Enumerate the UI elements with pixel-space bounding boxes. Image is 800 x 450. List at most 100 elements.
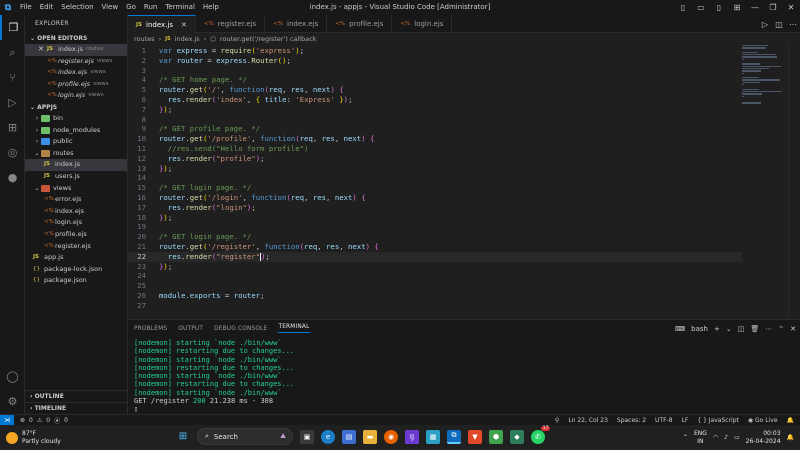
- weather-widget[interactable]: 87°F Partly cloudy: [6, 427, 61, 448]
- code-line[interactable]: 13});: [128, 164, 742, 174]
- code-line[interactable]: 25: [128, 281, 742, 291]
- menu-item-terminal[interactable]: Terminal: [161, 0, 199, 15]
- new-terminal-icon[interactable]: +: [714, 325, 720, 333]
- minimap[interactable]: [742, 45, 786, 105]
- panel-tab-output[interactable]: OUTPUT: [178, 326, 203, 332]
- windows-start-icon[interactable]: ⊞: [176, 430, 190, 444]
- file-item[interactable]: <% error.ejs: [25, 194, 127, 206]
- tab-login-ejs[interactable]: <% login.ejs: [392, 15, 453, 33]
- lightbulb-icon[interactable]: ⚲: [555, 417, 559, 424]
- code-line[interactable]: 22 res.render("register");: [128, 251, 742, 262]
- code-line[interactable]: 19: [128, 222, 742, 232]
- code-line[interactable]: 27: [128, 301, 742, 311]
- search-icon[interactable]: ⌕: [0, 40, 25, 65]
- firefox-icon[interactable]: ◉: [384, 429, 398, 444]
- battery-icon[interactable]: ▭: [734, 434, 740, 441]
- ports-count[interactable]: 0: [64, 417, 68, 424]
- notes-app-icon[interactable]: ▦: [426, 429, 440, 444]
- folder-item-bin[interactable]: › bin: [25, 113, 127, 125]
- file-item[interactable]: <% login.ejs: [25, 217, 127, 229]
- errors-count[interactable]: 0: [29, 417, 33, 424]
- breadcrumb-folder[interactable]: routes: [134, 33, 155, 45]
- warnings-icon[interactable]: ⚠: [37, 417, 42, 424]
- close-icon[interactable]: ✕: [38, 44, 47, 56]
- brave-browser-icon[interactable]: ▼: [468, 429, 482, 444]
- open-editor-item[interactable]: <% login.ejs views: [25, 90, 127, 102]
- run-debug-icon[interactable]: ▷: [0, 90, 25, 115]
- extensions-icon[interactable]: ⊞: [0, 115, 25, 140]
- timeline-header[interactable]: › TIMELINE: [25, 402, 128, 414]
- file-item[interactable]: <% index.ejs: [25, 206, 127, 218]
- layout-panel-icon[interactable]: ▭: [692, 3, 710, 12]
- panel-tab-problems[interactable]: PROBLEMS: [134, 326, 167, 332]
- open-editor-item[interactable]: <% profile.ejs views: [25, 79, 127, 91]
- more-icon[interactable]: ⋯: [765, 325, 772, 333]
- menu-item-file[interactable]: File: [16, 0, 36, 15]
- folder-item-public[interactable]: › public: [25, 136, 127, 148]
- code-line[interactable]: 3: [128, 66, 742, 76]
- split-editor-icon[interactable]: ◫: [772, 20, 786, 29]
- menu-item-selection[interactable]: Selection: [57, 0, 97, 15]
- code-line[interactable]: 24: [128, 271, 742, 281]
- terminal-output[interactable]: [nodemon] starting `node ./bin/www` [node…: [134, 339, 294, 414]
- code-line[interactable]: 4 /* GET home page. */: [128, 75, 742, 85]
- vscode-taskbar-icon[interactable]: ⧉: [447, 429, 461, 444]
- layout-secondary-icon[interactable]: ▯: [710, 3, 728, 12]
- volume-icon[interactable]: ♪: [724, 434, 728, 441]
- errors-icon[interactable]: ⊗: [20, 417, 25, 424]
- github-icon[interactable]: ●: [0, 165, 25, 190]
- close-panel-icon[interactable]: ✕: [790, 325, 796, 333]
- source-control-icon[interactable]: ⑂: [0, 65, 25, 90]
- menu-item-go[interactable]: Go: [122, 0, 140, 15]
- code-line[interactable]: 20 /* GET login page. */: [128, 232, 742, 242]
- code-line[interactable]: 7});: [128, 105, 742, 115]
- panel-tab-terminal[interactable]: TERMINAL: [278, 324, 310, 333]
- language-mode[interactable]: { } JavaScript: [697, 417, 739, 424]
- intellij-icon[interactable]: IJ: [405, 429, 419, 444]
- code-line[interactable]: 15 /* GET login page. */: [128, 183, 742, 193]
- close-tab-icon[interactable]: ✕: [181, 21, 187, 29]
- language-indicator[interactable]: ENG IN: [694, 430, 707, 445]
- code-line[interactable]: 21 router.get('/register', function(req, …: [128, 242, 742, 252]
- code-line[interactable]: 9 /* GET profile page. */: [128, 124, 742, 134]
- folder-item-node_modules[interactable]: › node_modules: [25, 125, 127, 137]
- maximize-button[interactable]: ❐: [764, 3, 782, 12]
- folder-item-views[interactable]: ⌄ views: [25, 183, 127, 195]
- code-line[interactable]: 12 res.render("profile");: [128, 154, 742, 164]
- microsoft-store-icon[interactable]: ▤: [342, 429, 356, 444]
- tab-register-ejs[interactable]: <% register.ejs: [196, 15, 266, 33]
- taskbar-search[interactable]: ⌕ Search ⛰: [197, 428, 293, 445]
- menu-item-view[interactable]: View: [98, 0, 123, 15]
- code-line[interactable]: 16 router.get('/login', function(req, res…: [128, 193, 742, 203]
- code-line[interactable]: 1 var express = require('express');: [128, 46, 742, 56]
- notification-center-icon[interactable]: 🔔: [787, 434, 794, 441]
- file-item[interactable]: JS users.js: [25, 171, 127, 183]
- folder-item-routes[interactable]: ⌄ routes: [25, 148, 127, 160]
- file-item[interactable]: JS app.js: [25, 252, 127, 264]
- trash-icon[interactable]: 🗑: [750, 325, 759, 333]
- task-view-icon[interactable]: ▣: [300, 429, 314, 444]
- maximize-panel-icon[interactable]: ⌃: [778, 325, 784, 333]
- minimize-button[interactable]: —: [746, 3, 764, 12]
- project-header[interactable]: ⌄ APPJS: [25, 102, 127, 113]
- run-icon[interactable]: ▷: [758, 20, 772, 29]
- menu-item-help[interactable]: Help: [199, 0, 223, 15]
- breadcrumb-symbol[interactable]: router.get('/register') callback: [220, 33, 317, 45]
- notifications-bell-icon[interactable]: 🔔: [787, 417, 794, 424]
- wifi-icon[interactable]: ◠: [713, 434, 718, 441]
- nodejs-icon[interactable]: ⬢: [489, 429, 503, 444]
- ports-icon[interactable]: ⦿: [54, 416, 60, 425]
- menu-item-run[interactable]: Run: [140, 0, 161, 15]
- account-icon[interactable]: ◯: [0, 364, 25, 389]
- editor-scrollbar[interactable]: [788, 45, 800, 319]
- open-editor-item[interactable]: ✕ JS index.js routes: [25, 44, 127, 56]
- settings-gear-icon[interactable]: ⚙: [0, 389, 25, 414]
- close-window-button[interactable]: ✕: [782, 3, 800, 12]
- file-explorer-icon[interactable]: ▬: [363, 429, 377, 444]
- open-editor-item[interactable]: <% index.ejs views: [25, 67, 127, 79]
- code-line[interactable]: 14: [128, 173, 742, 183]
- open-editors-header[interactable]: ⌄ OPEN EDITORS: [25, 33, 127, 44]
- code-line[interactable]: 18});: [128, 213, 742, 223]
- code-editor[interactable]: 1 var express = require('express'); 2 var r…: [128, 45, 800, 319]
- open-editor-item[interactable]: <% register.ejs views: [25, 56, 127, 68]
